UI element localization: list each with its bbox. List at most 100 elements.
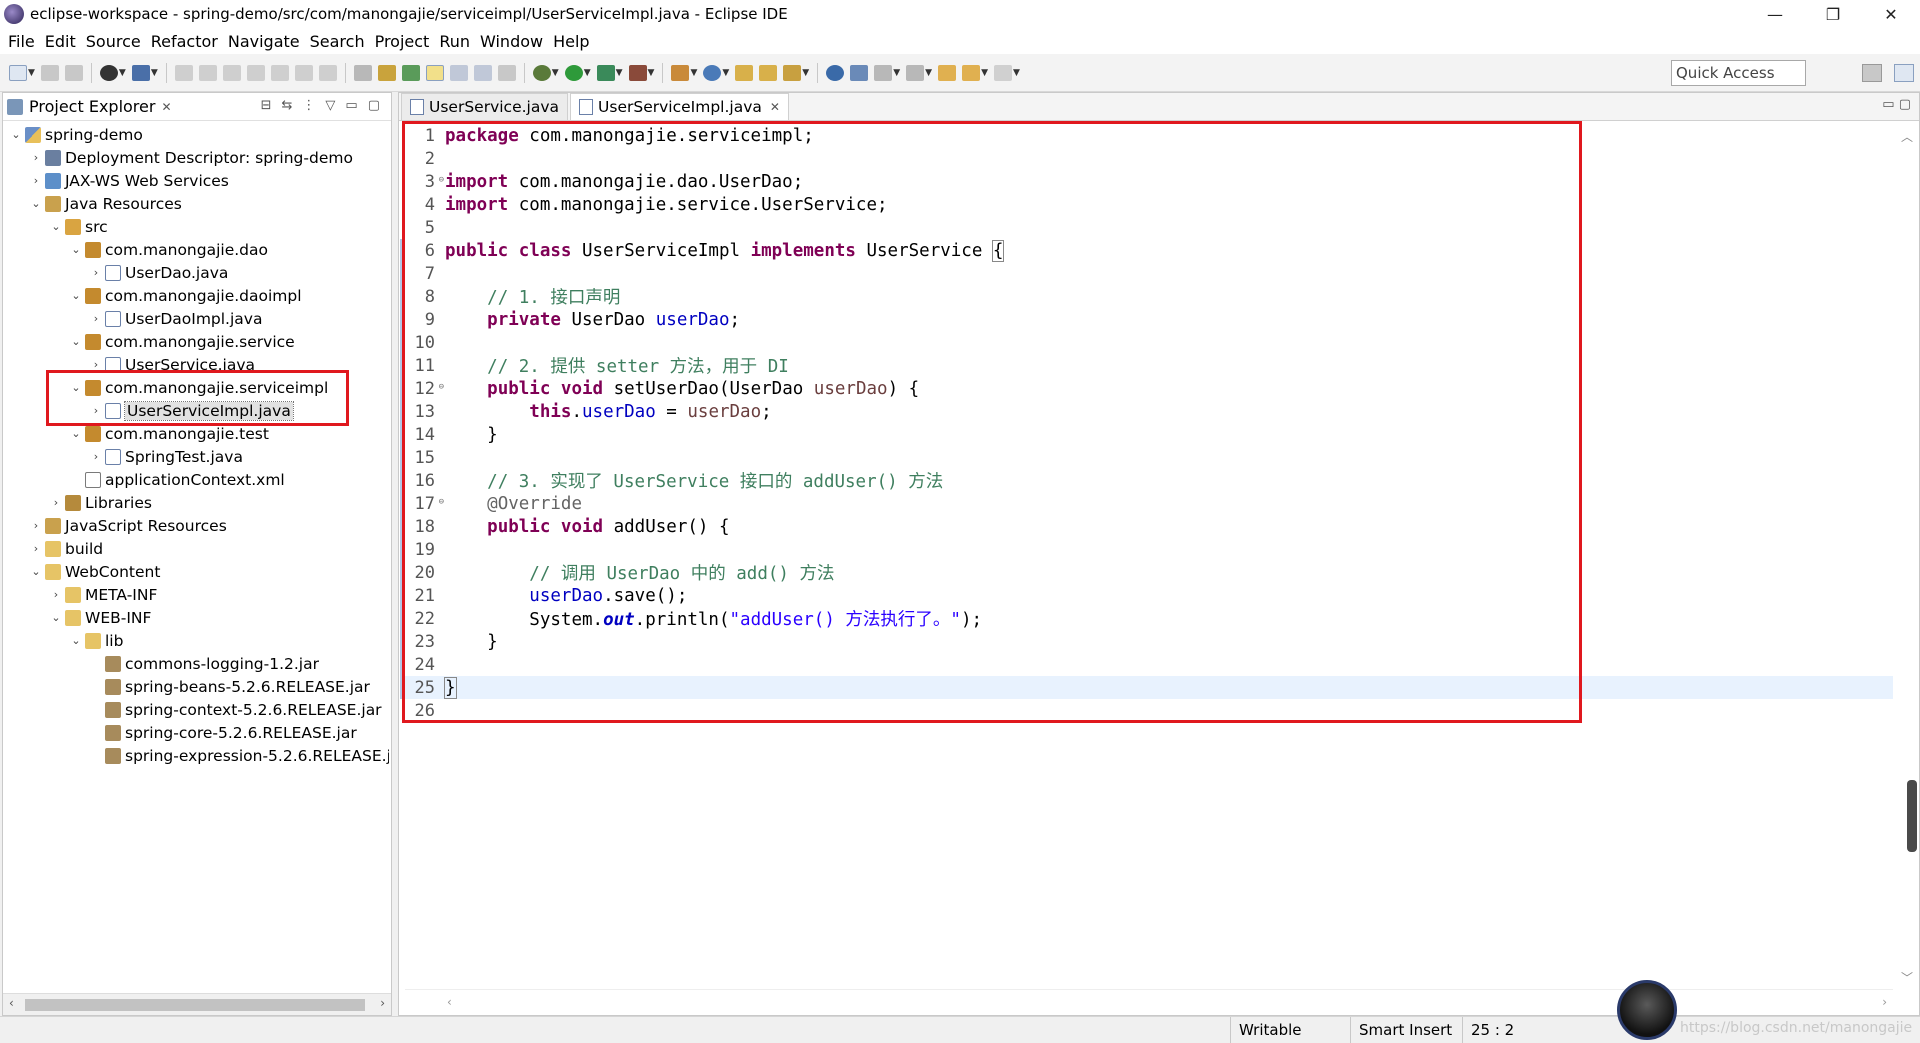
link-with-editor-icon[interactable]: ⇆ <box>282 98 293 113</box>
view-menu-icon[interactable]: ⋮ <box>302 98 315 113</box>
step-into-icon[interactable] <box>270 64 289 81</box>
tree-item[interactable]: › JAX-WS Web Services <box>29 169 229 192</box>
web-browser-icon[interactable] <box>826 64 845 81</box>
scroll-down-icon[interactable]: ﹀ <box>1901 969 1913 986</box>
collapse-arrow-icon[interactable]: ⌄ <box>9 128 23 141</box>
console-dropdown-icon[interactable]: ▼ <box>151 68 158 78</box>
tree-item[interactable]: spring-core-5.2.6.RELEASE.jar <box>89 721 357 744</box>
step-over-icon[interactable] <box>294 64 313 81</box>
menu-navigate[interactable]: Navigate <box>228 32 300 51</box>
user-dropdown-icon[interactable]: ▼ <box>119 68 126 78</box>
filter-icon[interactable]: ▽ <box>325 98 335 113</box>
collapse-arrow-icon[interactable]: ⌄ <box>29 565 43 578</box>
scroll-right-icon[interactable]: › <box>380 996 385 1010</box>
editor-vertical-scrollbar[interactable]: ︿ ﹀ <box>1893 122 1919 990</box>
tree-item[interactable]: ⌄ spring-demo <box>9 123 142 146</box>
collapse-all-icon[interactable]: ⊟ <box>261 98 272 113</box>
pin-editor-icon[interactable] <box>850 64 869 81</box>
tree-item[interactable]: › META-INF <box>49 583 158 606</box>
expand-arrow-icon[interactable]: › <box>29 151 43 164</box>
previous-annotation-dropdown-icon[interactable]: ▼ <box>925 68 932 78</box>
close-tab-icon[interactable]: ✕ <box>770 100 780 114</box>
console-icon[interactable] <box>131 64 150 81</box>
tree-item[interactable]: ⌄ com.manongajie.service <box>69 330 294 353</box>
tree-item[interactable]: ⌄ WebContent <box>29 560 160 583</box>
tree-item[interactable]: › UserService.java <box>89 353 255 376</box>
step-return-icon[interactable] <box>318 64 337 81</box>
suspend-icon[interactable] <box>198 64 217 81</box>
back-icon[interactable] <box>962 64 981 81</box>
open-type-icon[interactable] <box>377 64 396 81</box>
disconnect-icon[interactable] <box>246 64 265 81</box>
tree-item[interactable]: spring-beans-5.2.6.RELEASE.jar <box>89 675 370 698</box>
debug-dropdown-icon[interactable]: ▼ <box>552 68 559 78</box>
new-icon[interactable] <box>9 64 27 81</box>
block-selection-icon[interactable] <box>473 64 492 81</box>
collapse-arrow-icon[interactable]: ⌄ <box>69 335 83 348</box>
tree-item[interactable]: › JavaScript Resources <box>29 514 227 537</box>
menu-source[interactable]: Source <box>86 32 141 51</box>
external-tools-dropdown-icon[interactable]: ▼ <box>648 68 655 78</box>
expand-arrow-icon[interactable]: › <box>89 312 103 325</box>
scroll-left-icon[interactable]: ‹ <box>447 995 452 1009</box>
new-dropdown-icon[interactable]: ▼ <box>28 68 35 78</box>
tab-user-service[interactable]: UserService.java <box>401 93 569 120</box>
collapse-arrow-icon[interactable]: ⌄ <box>69 243 83 256</box>
minimize-icon[interactable]: ▭ <box>345 98 357 113</box>
save-icon[interactable] <box>40 64 59 81</box>
tree-item[interactable]: ⌄ src <box>49 215 107 238</box>
tree-item[interactable]: › Libraries <box>49 491 152 514</box>
expand-arrow-icon[interactable]: › <box>29 542 43 555</box>
menu-search[interactable]: Search <box>310 32 365 51</box>
debug-icon[interactable] <box>532 64 551 81</box>
search-tool-dropdown-icon[interactable]: ▼ <box>802 68 809 78</box>
java-ee-perspective-icon[interactable] <box>1894 64 1914 82</box>
open-folder-icon[interactable] <box>735 64 754 81</box>
back-dropdown-icon[interactable]: ▼ <box>981 68 988 78</box>
close-icon[interactable]: ✕ <box>161 100 171 114</box>
tree-item[interactable]: › UserServiceImpl.java <box>89 399 294 422</box>
scrollbar-thumb[interactable] <box>1907 780 1917 852</box>
collapse-arrow-icon[interactable]: ⌄ <box>69 289 83 302</box>
collapse-arrow-icon[interactable]: ⌄ <box>49 611 63 624</box>
tree-item[interactable]: ⌄ com.manongajie.test <box>69 422 269 445</box>
tree-item[interactable]: ⌄ com.manongajie.daoimpl <box>69 284 301 307</box>
close-button[interactable]: ✕ <box>1862 0 1920 28</box>
expand-arrow-icon[interactable]: › <box>29 519 43 532</box>
tree-item[interactable]: ⌄ Java Resources <box>29 192 181 215</box>
coverage-icon[interactable] <box>596 64 615 81</box>
menu-window[interactable]: Window <box>480 32 543 51</box>
collapse-arrow-icon[interactable]: ⌄ <box>69 427 83 440</box>
new-class-dropdown-icon[interactable]: ▼ <box>722 68 729 78</box>
scroll-left-icon[interactable]: ‹ <box>9 996 14 1010</box>
scroll-right-icon[interactable]: › <box>1882 995 1887 1009</box>
quick-access-input[interactable]: Quick Access <box>1671 60 1806 86</box>
tree-item[interactable]: ⌄ WEB-INF <box>49 606 151 629</box>
collapse-arrow-icon[interactable]: ⌄ <box>69 381 83 394</box>
previous-annotation-icon[interactable] <box>906 64 925 81</box>
expand-arrow-icon[interactable]: › <box>89 404 103 417</box>
tree-item[interactable]: ⌄ lib <box>69 629 123 652</box>
tree-item[interactable]: ⌄ com.manongajie.serviceimpl <box>69 376 328 399</box>
tab-user-service-impl[interactable]: UserServiceImpl.java ✕ <box>570 93 789 120</box>
run-dropdown-icon[interactable]: ▼ <box>584 68 591 78</box>
expand-arrow-icon[interactable]: › <box>29 174 43 187</box>
external-tools-icon[interactable] <box>628 64 647 81</box>
collapse-arrow-icon[interactable]: ⌄ <box>69 634 83 647</box>
new-java-project-icon[interactable] <box>671 64 690 81</box>
next-annotation-icon[interactable] <box>874 64 893 81</box>
terminate-icon[interactable] <box>222 64 241 81</box>
status-insert-mode[interactable]: Smart Insert <box>1350 1017 1462 1043</box>
maximize-icon[interactable]: ▢ <box>368 98 380 113</box>
forward-icon[interactable] <box>993 64 1012 81</box>
tree-item[interactable]: commons-logging-1.2.jar <box>89 652 319 675</box>
tree-item[interactable]: › build <box>29 537 103 560</box>
tree-item[interactable]: › SpringTest.java <box>89 445 243 468</box>
forward-dropdown-icon[interactable]: ▼ <box>1013 68 1020 78</box>
explorer-horizontal-scrollbar[interactable]: ‹ › <box>3 993 391 1015</box>
menu-help[interactable]: Help <box>553 32 589 51</box>
next-annotation-dropdown-icon[interactable]: ▼ <box>893 68 900 78</box>
menu-edit[interactable]: Edit <box>45 32 76 51</box>
tree-item[interactable]: › Deployment Descriptor: spring-demo <box>29 146 353 169</box>
last-edit-icon[interactable] <box>938 64 957 81</box>
